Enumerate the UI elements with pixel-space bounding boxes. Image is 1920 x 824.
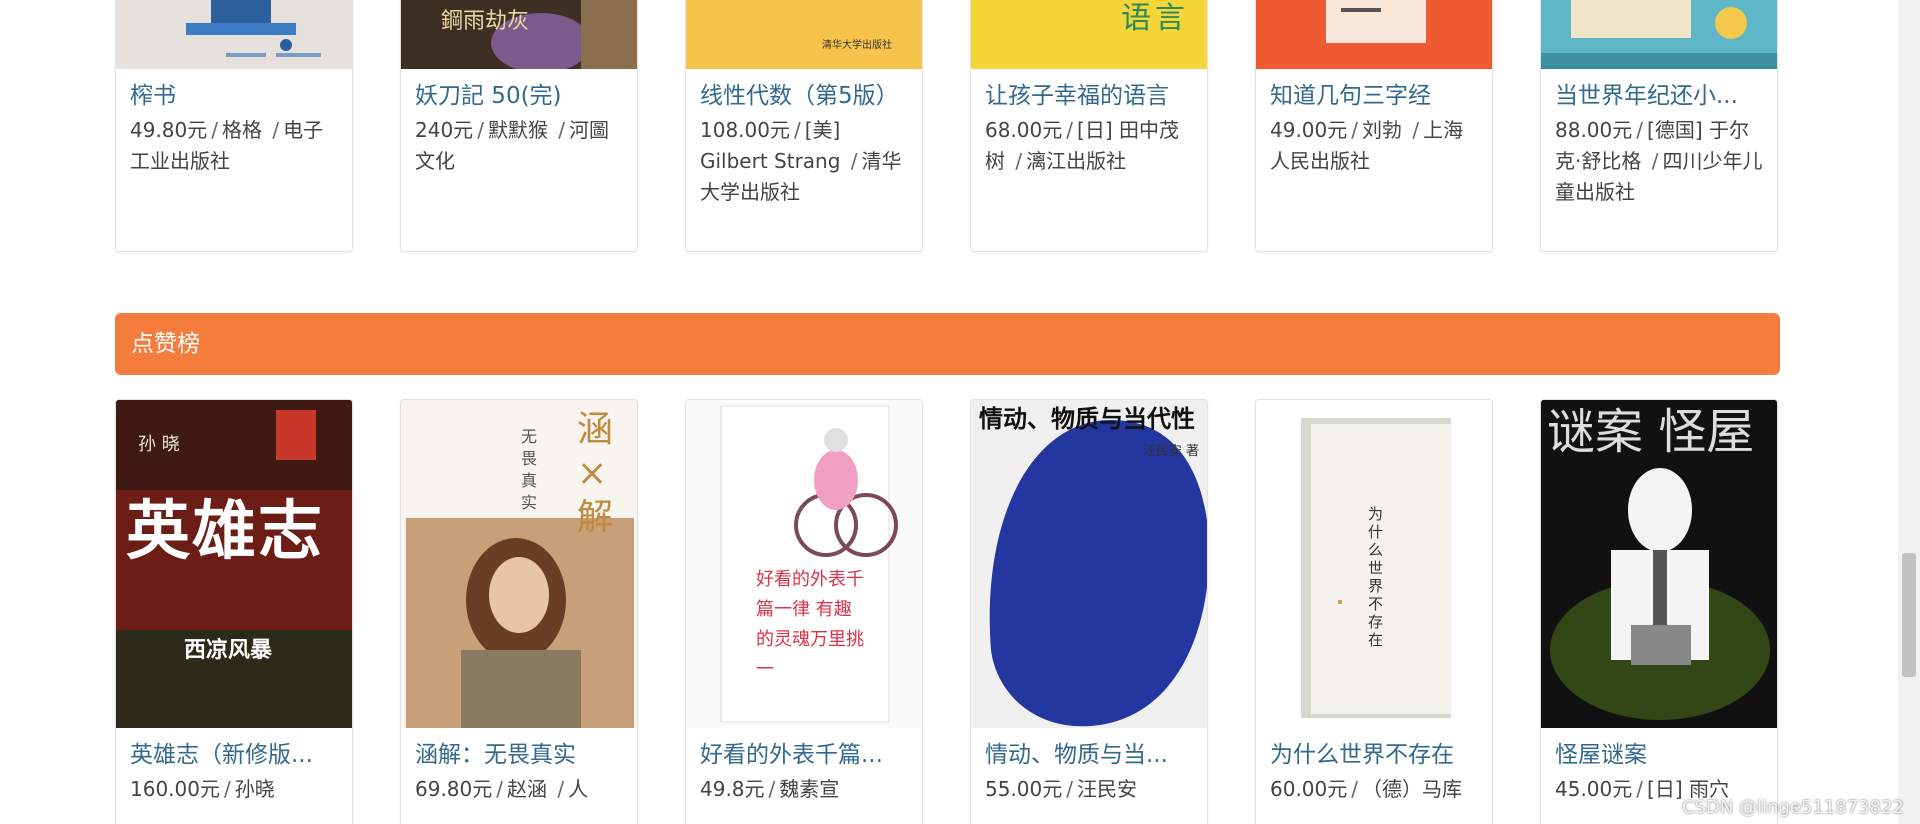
book-cover[interactable]: 孙 晓 英雄志 西凉风暴 bbox=[116, 400, 352, 728]
cover-author-text: 汪民安 著 bbox=[1142, 444, 1199, 459]
book-author: （德）马库 bbox=[1362, 777, 1463, 801]
book-price: 49.8元 bbox=[700, 777, 765, 801]
book-title[interactable]: 涵解：无畏真实 bbox=[415, 738, 623, 772]
book-price: 45.00元 bbox=[1555, 777, 1633, 801]
cover-illustration bbox=[1541, 0, 1777, 69]
book-cover[interactable]: 鋼雨劫灰 bbox=[401, 0, 637, 69]
cover-title-text: 涵×解 bbox=[577, 409, 614, 538]
cover-illustration bbox=[1326, 0, 1426, 43]
book-cover[interactable] bbox=[1256, 0, 1492, 69]
book-cover[interactable]: 语言 bbox=[971, 0, 1207, 69]
book-title[interactable]: 好看的外表千篇... bbox=[700, 738, 908, 772]
book-meta: 49.80元 / 格格 / 电子工业出版社 bbox=[130, 118, 324, 173]
book-meta: 49.8元 / 魏素宣 bbox=[700, 777, 840, 801]
cover-title-text: 为什么世界不存在 bbox=[1368, 505, 1384, 649]
cover-title-text: 情动、物质与当代性 bbox=[979, 404, 1195, 433]
book-card[interactable]: 当世界年纪还小... 88.00元 / [德国] 于尔克·舒比格 / 四川少年儿童出版… bbox=[1540, 0, 1778, 252]
cover-author-text: 孙 晓 bbox=[138, 434, 180, 455]
vertical-scrollbar[interactable] bbox=[1898, 0, 1920, 824]
book-card[interactable]: 谜案 怪屋 怪屋谜案 45.00元 / [日] 雨穴 bbox=[1540, 399, 1778, 824]
book-meta: 55.00元 / 汪民安 bbox=[985, 777, 1138, 801]
book-cover[interactable] bbox=[116, 0, 352, 69]
watermark: CSDN @linge511873822 bbox=[1681, 797, 1904, 818]
book-card[interactable]: 好看的外表千篇一律 有趣的灵魂万里挑一 好看的外表千篇... 49.8元 / 魏素宣 bbox=[685, 399, 923, 824]
book-card[interactable]: 鋼雨劫灰 妖刀記 50(完) 240元 / 默默猴 / 河圖文化 bbox=[400, 0, 638, 252]
book-publisher: 漓江出版社 bbox=[1026, 149, 1127, 173]
book-meta: 60.00元 / （德）马库 bbox=[1270, 777, 1463, 801]
book-card[interactable]: 语言 让孩子幸福的语言 68.00元 / [日] 田中茂树 / 漓江出版社 bbox=[970, 0, 1208, 252]
section-header-likes: 点赞榜 bbox=[115, 313, 1780, 375]
book-cover[interactable]: 好看的外表千篇一律 有趣的灵魂万里挑一 bbox=[686, 400, 922, 728]
book-cover[interactable]: 谜案 怪屋 bbox=[1541, 400, 1777, 728]
book-meta: 88.00元 / [德国] 于尔克·舒比格 / 四川少年儿童出版社 bbox=[1555, 118, 1763, 204]
cover-publisher-text: 清华大学出版社 bbox=[822, 40, 892, 51]
cover-title-text: 英雄志 bbox=[126, 494, 324, 569]
book-price: 60.00元 bbox=[1270, 777, 1348, 801]
book-author: 格格 bbox=[222, 118, 263, 142]
book-author: 默默猴 bbox=[487, 118, 548, 142]
book-card[interactable]: 孙 晓 英雄志 西凉风暴 英雄志（新修版... 160.00元 / 孙晓 bbox=[115, 399, 353, 824]
book-cover[interactable]: 为什么世界不存在 bbox=[1256, 400, 1492, 728]
book-title[interactable]: 让孩子幸福的语言 bbox=[985, 79, 1193, 113]
book-title[interactable]: 妖刀記 50(完) bbox=[415, 79, 623, 113]
book-title[interactable]: 为什么世界不存在 bbox=[1270, 738, 1478, 772]
book-card[interactable]: 为什么世界不存在 为什么世界不存在 60.00元 / （德）马库 bbox=[1255, 399, 1493, 824]
book-price: 108.00元 bbox=[700, 118, 790, 142]
book-author: 魏素宣 bbox=[779, 777, 840, 801]
cover-title-text: 语言 bbox=[1121, 1, 1189, 36]
book-author: 汪民安 bbox=[1077, 777, 1138, 801]
book-price: 160.00元 bbox=[130, 777, 220, 801]
book-card[interactable]: 知道几句三字经 49.00元 / 刘勃 / 上海人民出版社 bbox=[1255, 0, 1493, 252]
book-meta: 240元 / 默默猴 / 河圖文化 bbox=[415, 118, 610, 173]
book-meta: 160.00元 / 孙晓 bbox=[130, 777, 275, 801]
book-meta: 68.00元 / [日] 田中茂树 / 漓江出版社 bbox=[985, 118, 1179, 173]
book-price: 69.80元 bbox=[415, 777, 493, 801]
cover-subtitle-text: 无畏真实 bbox=[521, 427, 538, 512]
book-author: 孙晓 bbox=[234, 777, 275, 801]
book-price: 240元 bbox=[415, 118, 474, 142]
cover-illustration bbox=[186, 0, 321, 57]
book-meta: 108.00元 / [美] Gilbert Strang / 清华大学出版社 bbox=[700, 118, 902, 204]
cover-title-text: 谜案 怪屋 bbox=[1547, 404, 1755, 460]
cover-subtitle-text: 西凉风暴 bbox=[184, 638, 273, 663]
book-cover[interactable]: 情动、物质与当代性 汪民安 著 bbox=[971, 400, 1207, 728]
book-title[interactable]: 知道几句三字经 bbox=[1270, 79, 1478, 113]
book-cover[interactable] bbox=[1541, 0, 1777, 69]
book-title[interactable]: 当世界年纪还小... bbox=[1555, 79, 1763, 113]
book-cover[interactable]: 涵×解 无畏真实 bbox=[401, 400, 637, 728]
book-author: 刘勃 bbox=[1362, 118, 1403, 142]
book-title[interactable]: 怪屋谜案 bbox=[1555, 738, 1763, 772]
book-card[interactable]: 涵×解 无畏真实 涵解：无畏真实 69.80元 / 赵涵 / 人 bbox=[400, 399, 638, 824]
book-title[interactable]: 线性代数（第5版） bbox=[700, 79, 908, 113]
cover-title-text: 好看的外表千篇一律 有趣的灵魂万里挑一 bbox=[756, 569, 864, 680]
book-meta: 69.80元 / 赵涵 / 人 bbox=[415, 777, 589, 801]
book-price: 55.00元 bbox=[985, 777, 1063, 801]
book-card[interactable]: 情动、物质与当代性 汪民安 著 情动、物质与当... 55.00元 / 汪民安 bbox=[970, 399, 1208, 824]
page: 榨书 49.80元 / 格格 / 电子工业出版社 鋼雨劫灰 妖刀記 50(完) 240… bbox=[0, 0, 1920, 824]
book-price: 49.00元 bbox=[1270, 118, 1348, 142]
book-card[interactable]: 榨书 49.80元 / 格格 / 电子工业出版社 bbox=[115, 0, 353, 252]
top-book-row: 榨书 49.80元 / 格格 / 电子工业出版社 鋼雨劫灰 妖刀記 50(完) 240… bbox=[115, 0, 1780, 252]
book-price: 68.00元 bbox=[985, 118, 1063, 142]
book-meta: 49.00元 / 刘勃 / 上海人民出版社 bbox=[1270, 118, 1464, 173]
book-price: 49.80元 bbox=[130, 118, 208, 142]
book-card[interactable]: 清华大学出版社 线性代数（第5版） 108.00元 / [美] Gilbert St… bbox=[685, 0, 923, 252]
book-title[interactable]: 榨书 bbox=[130, 79, 338, 113]
book-publisher: 人 bbox=[568, 777, 589, 801]
like-book-row: 孙 晓 英雄志 西凉风暴 英雄志（新修版... 160.00元 / 孙晓 涵×解… bbox=[115, 399, 1780, 824]
book-author: 赵涵 bbox=[507, 777, 548, 801]
book-price: 88.00元 bbox=[1555, 118, 1633, 142]
book-title[interactable]: 情动、物质与当... bbox=[985, 738, 1193, 772]
book-cover[interactable]: 清华大学出版社 bbox=[686, 0, 922, 69]
scrollbar-thumb[interactable] bbox=[1902, 553, 1916, 677]
book-title[interactable]: 英雄志（新修版... bbox=[130, 738, 338, 772]
